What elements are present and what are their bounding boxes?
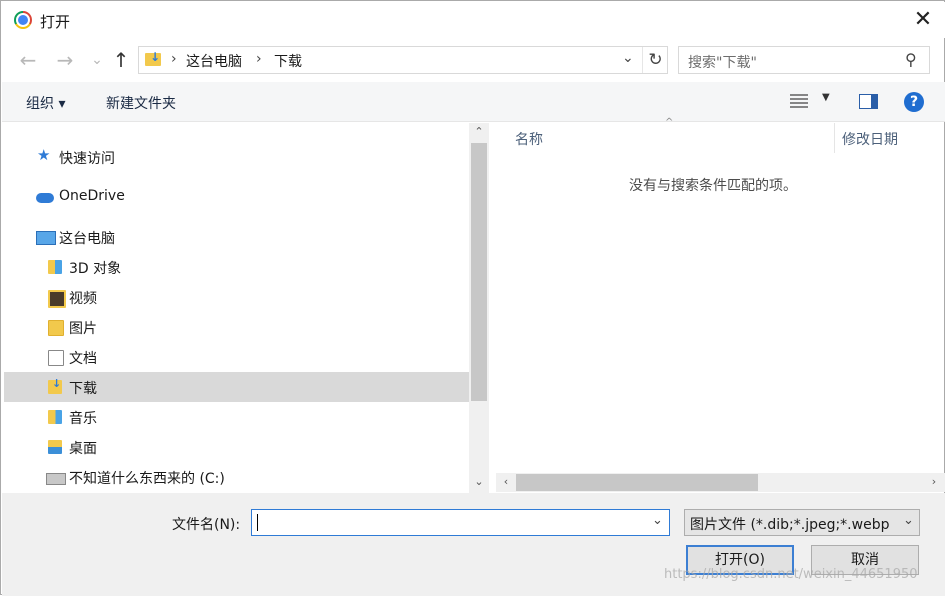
scrollbar-thumb[interactable] (471, 143, 487, 401)
navigation-pane: ★ 快速访问 OneDrive 这台电脑 3D 对象 视频 图片 文档 ↓ 下载… (2, 123, 490, 493)
tree-item-label: 图片 (69, 321, 97, 337)
preview-pane-icon[interactable] (859, 94, 878, 109)
refresh-button[interactable]: ↻ (642, 47, 668, 73)
breadcrumb-separator: › (171, 51, 177, 67)
close-button[interactable]: ✕ (908, 5, 938, 35)
filetype-select[interactable]: 图片文件 (*.dib;*.jpeg;*.webp ⌄ (684, 509, 920, 536)
downloads-folder-icon (48, 377, 62, 394)
tree-item-desktop[interactable]: 桌面 (4, 432, 469, 462)
sort-indicator-icon: ^ (665, 117, 674, 128)
pictures-folder-icon (48, 320, 64, 336)
breadcrumb-separator: › (256, 51, 262, 67)
open-file-dialog: 打开 ✕ ← → ⌄ ↑ › 这台电脑 › 下载 ⌄ ↻ 搜索"下载" ⚲ 组织… (0, 0, 945, 596)
computer-icon (36, 231, 56, 245)
scroll-right-arrow[interactable]: › (924, 473, 944, 491)
filetype-dropdown-icon[interactable]: ⌄ (903, 513, 914, 528)
organize-button[interactable]: 组织 ▾ (26, 93, 65, 113)
downloads-folder-icon (145, 50, 161, 66)
desktop-folder-icon (48, 440, 62, 454)
content-horizontal-scrollbar[interactable]: ‹ › (496, 473, 945, 492)
scroll-up-arrow[interactable]: ⌃ (469, 123, 489, 141)
column-divider[interactable] (834, 123, 835, 153)
tree-item-3d-objects[interactable]: 3D 对象 (4, 252, 469, 282)
column-header-date-modified[interactable]: 修改日期 (842, 129, 898, 149)
filename-label: 文件名(N): (172, 517, 241, 533)
filename-input[interactable]: ⌄ (251, 509, 670, 536)
scroll-down-arrow[interactable]: ⌄ (469, 473, 489, 491)
tree-item-pictures[interactable]: 图片 (4, 312, 469, 342)
tree-item-label: 音乐 (69, 411, 97, 427)
address-dropdown-icon[interactable]: ⌄ (622, 50, 634, 66)
tree-item-label: 视频 (69, 291, 97, 307)
view-dropdown-icon[interactable]: ▼ (822, 92, 830, 103)
tree-item-documents[interactable]: 文档 (4, 342, 469, 372)
tree-item-quick-access[interactable]: ★ 快速访问 (4, 142, 469, 172)
breadcrumb-this-pc[interactable]: 这台电脑 (186, 51, 242, 71)
view-options-icon[interactable] (790, 94, 808, 108)
tree-item-music[interactable]: 音乐 (4, 402, 469, 432)
empty-results-message: 没有与搜索条件匹配的项。 (629, 178, 797, 194)
tree-item-label: 这台电脑 (59, 231, 115, 247)
tree-item-label: OneDrive (59, 188, 125, 204)
3d-objects-folder-icon (48, 260, 62, 274)
filename-dropdown-icon[interactable]: ⌄ (652, 513, 663, 528)
tree-item-videos[interactable]: 视频 (4, 282, 469, 312)
tree-item-label: 桌面 (69, 441, 97, 457)
scrollbar-thumb[interactable] (516, 474, 758, 491)
search-icon[interactable]: ⚲ (905, 50, 917, 69)
forward-button[interactable]: → (53, 49, 77, 71)
watermark: https://blog.csdn.net/weixin_44651950 (664, 567, 918, 582)
tree-item-onedrive[interactable]: OneDrive (4, 182, 469, 212)
drive-icon (46, 473, 66, 485)
navigation-scrollbar[interactable]: ⌃ ⌄ (469, 123, 489, 493)
search-placeholder: 搜索"下载" (688, 55, 757, 71)
dialog-title: 打开 (40, 13, 71, 31)
command-toolbar: 组织 ▾ 新建文件夹 ▼ ? (2, 82, 945, 122)
tree-item-label: 下载 (69, 381, 97, 397)
back-button[interactable]: ← (16, 49, 40, 71)
chrome-icon (14, 11, 32, 29)
tree-item-label: 3D 对象 (69, 261, 122, 277)
up-button[interactable]: ↑ (109, 49, 133, 71)
tree-item-label: 文档 (69, 351, 97, 367)
music-folder-icon (48, 410, 62, 424)
videos-folder-icon (48, 290, 66, 308)
tree-item-label: 不知道什么东西来的 (C:) (69, 471, 225, 487)
column-header-name[interactable]: 名称 (515, 129, 543, 149)
help-icon[interactable]: ? (904, 92, 924, 112)
star-icon: ★ (37, 146, 51, 164)
breadcrumb-downloads[interactable]: 下载 (274, 51, 302, 71)
tree-item-downloads[interactable]: 下载 (4, 372, 469, 402)
new-folder-button[interactable]: 新建文件夹 (106, 93, 176, 113)
title-bar: 打开 ✕ (2, 2, 945, 38)
address-bar[interactable]: › 这台电脑 › 下载 ⌄ ↻ (138, 46, 668, 74)
tree-item-c-drive[interactable]: 不知道什么东西来的 (C:) (4, 462, 469, 492)
scroll-left-arrow[interactable]: ‹ (496, 473, 516, 491)
documents-folder-icon (48, 350, 64, 366)
filetype-value: 图片文件 (*.dib;*.jpeg;*.webp (690, 517, 890, 533)
text-caret (257, 514, 258, 531)
search-input[interactable]: 搜索"下载" ⚲ (678, 46, 930, 74)
tree-item-this-pc[interactable]: 这台电脑 (4, 222, 469, 252)
recent-locations-button[interactable]: ⌄ (85, 49, 109, 71)
tree-item-label: 快速访问 (59, 151, 115, 167)
cloud-icon (36, 193, 54, 203)
